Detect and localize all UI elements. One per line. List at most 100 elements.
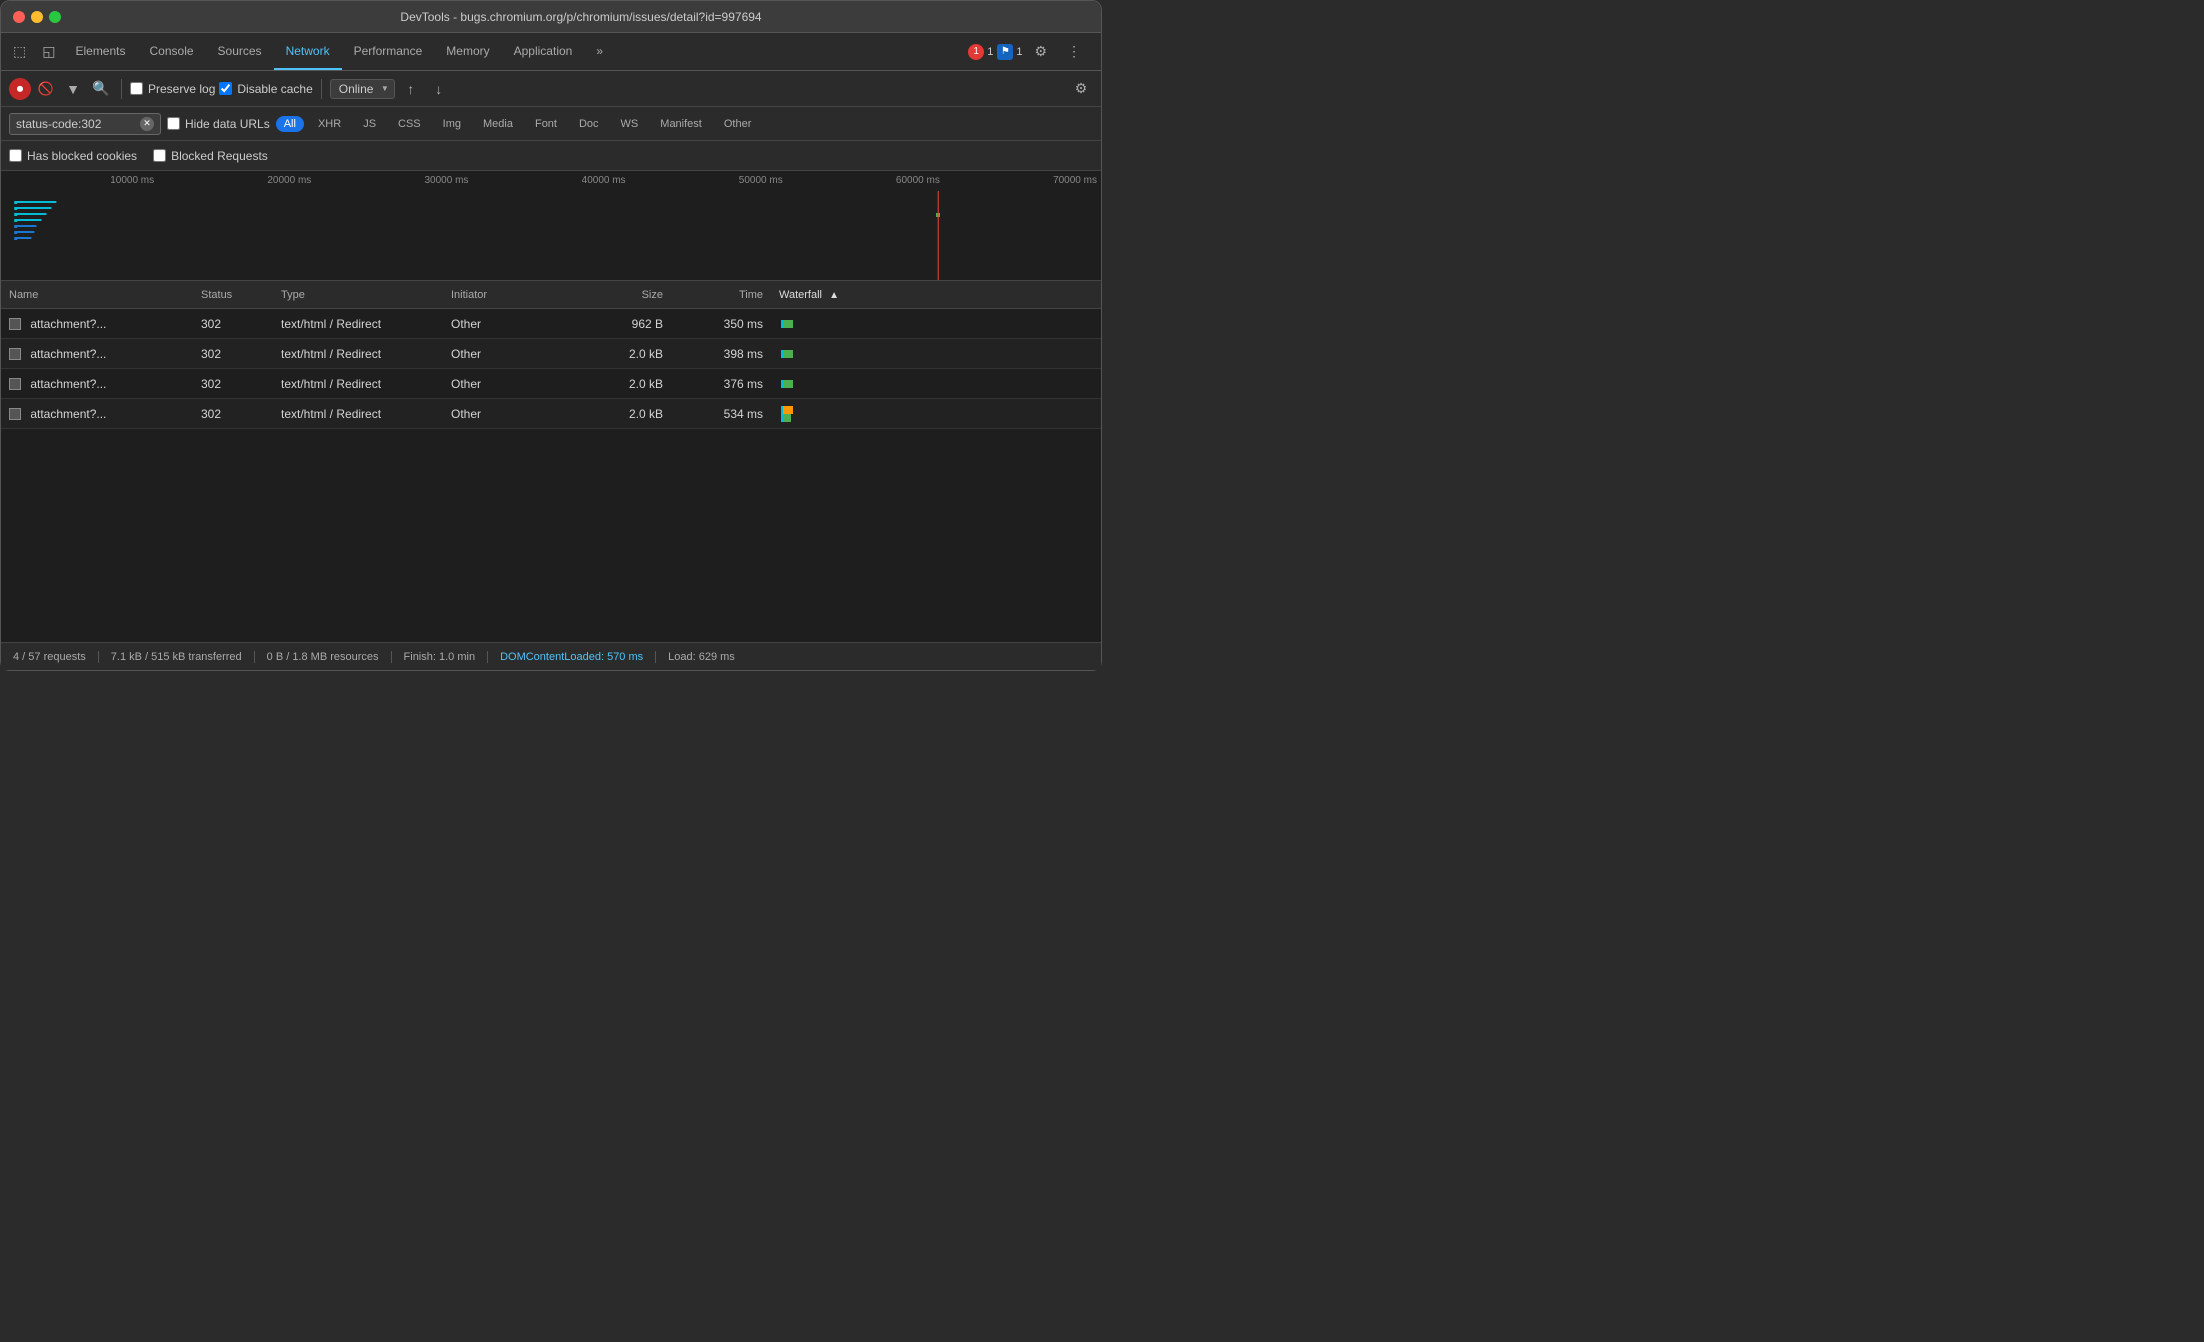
network-settings-icon[interactable]: ⚙	[1069, 77, 1093, 101]
has-blocked-cookies-label[interactable]: Has blocked cookies	[9, 149, 137, 163]
waterfall-timeline: 10000 ms 20000 ms 30000 ms 40000 ms 5000…	[1, 171, 1101, 281]
blocked-requests-checkbox[interactable]	[153, 149, 166, 162]
more-options-icon[interactable]: ⋮	[1059, 43, 1089, 60]
timeline-label-3: 30000 ms	[315, 175, 472, 186]
separator-2	[321, 79, 322, 99]
file-icon-4	[9, 408, 21, 420]
tab-elements[interactable]: Elements	[63, 33, 137, 70]
col-header-type[interactable]: Type	[281, 289, 451, 301]
filter-type-all[interactable]: All	[276, 116, 304, 132]
disable-cache-checkbox[interactable]	[219, 82, 232, 95]
timeline-label-5: 50000 ms	[630, 175, 787, 186]
tab-application[interactable]: Application	[502, 33, 585, 70]
filter-type-media[interactable]: Media	[475, 116, 521, 132]
finish-time: Finish: 1.0 min	[392, 651, 489, 663]
timeline-label-1: 10000 ms	[1, 175, 158, 186]
cell-initiator-1: Other	[451, 317, 571, 331]
file-icon-1	[9, 318, 21, 330]
record-button[interactable]: ⏺	[9, 78, 31, 100]
cell-waterfall-3	[771, 376, 1101, 392]
throttle-select-wrapper: Online	[330, 79, 395, 99]
tab-network[interactable]: Network	[274, 33, 342, 70]
tab-memory[interactable]: Memory	[434, 33, 501, 70]
tab-more[interactable]: »	[584, 33, 615, 70]
stop-button[interactable]: 🚫	[35, 78, 57, 100]
disable-cache-label[interactable]: Disable cache	[219, 82, 312, 96]
tabs-right-actions: 1 1 ⚑ 1 ⚙ ⋮	[960, 33, 1097, 70]
cell-initiator-3: Other	[451, 377, 571, 391]
cell-size-4: 2.0 kB	[571, 407, 671, 421]
minimize-button[interactable]	[31, 11, 43, 23]
hide-data-urls-checkbox[interactable]	[167, 117, 180, 130]
preserve-log-checkbox[interactable]	[130, 82, 143, 95]
cell-waterfall-4	[771, 406, 1101, 422]
separator-1	[121, 79, 122, 99]
col-header-size[interactable]: Size	[571, 289, 671, 301]
throttle-select[interactable]: Online	[330, 79, 395, 99]
status-bar: 4 / 57 requests 7.1 kB / 515 kB transfer…	[1, 642, 1101, 670]
traffic-lights	[13, 11, 61, 23]
requests-count: 4 / 57 requests	[13, 651, 99, 663]
tab-performance[interactable]: Performance	[342, 33, 435, 70]
filter-type-js[interactable]: JS	[355, 116, 384, 132]
download-icon[interactable]: ↓	[427, 77, 451, 101]
filter-type-doc[interactable]: Doc	[571, 116, 607, 132]
table-row[interactable]: attachment?... 302 text/html / Redirect …	[1, 369, 1101, 399]
filter-type-img[interactable]: Img	[435, 116, 469, 132]
filter-type-css[interactable]: CSS	[390, 116, 429, 132]
filter-type-other[interactable]: Other	[716, 116, 760, 132]
network-table[interactable]: attachment?... 302 text/html / Redirect …	[1, 309, 1101, 642]
filter-icon[interactable]: ▼	[61, 77, 85, 101]
hide-data-urls-label[interactable]: Hide data URLs	[167, 117, 270, 131]
blocked-requests-label[interactable]: Blocked Requests	[153, 149, 268, 163]
has-blocked-cookies-checkbox[interactable]	[9, 149, 22, 162]
table-row[interactable]: attachment?... 302 text/html / Redirect …	[1, 339, 1101, 369]
table-row[interactable]: attachment?... 302 text/html / Redirect …	[1, 309, 1101, 339]
cell-name-2: attachment?...	[1, 347, 201, 361]
search-icon[interactable]: 🔍	[89, 77, 113, 101]
col-header-time[interactable]: Time	[671, 289, 771, 301]
tab-console[interactable]: Console	[138, 33, 206, 70]
tab-sources[interactable]: Sources	[206, 33, 274, 70]
col-header-name[interactable]: Name	[1, 289, 201, 301]
col-header-waterfall[interactable]: Waterfall ▲	[771, 289, 1101, 301]
upload-icon[interactable]: ↑	[399, 77, 423, 101]
devtools-tab-bar: ⬚ ◱ Elements Console Sources Network Per…	[1, 33, 1101, 71]
file-icon-3	[9, 378, 21, 390]
cell-status-4: 302	[201, 407, 281, 421]
file-icon-2	[9, 348, 21, 360]
filter-type-manifest[interactable]: Manifest	[652, 116, 710, 132]
timeline-bars-area	[1, 191, 1101, 280]
maximize-button[interactable]	[49, 11, 61, 23]
filter-type-ws[interactable]: WS	[613, 116, 647, 132]
mobile-icon[interactable]: ◱	[34, 33, 63, 70]
load-time: Load: 629 ms	[656, 651, 747, 663]
cell-type-4: text/html / Redirect	[281, 407, 451, 421]
transferred-size: 7.1 kB / 515 kB transferred	[99, 651, 255, 663]
cell-status-3: 302	[201, 377, 281, 391]
filter-row: ✕ Hide data URLs All XHR JS CSS Img Medi…	[1, 107, 1101, 141]
preserve-log-label[interactable]: Preserve log	[130, 82, 215, 96]
filter-type-xhr[interactable]: XHR	[310, 116, 349, 132]
filter-type-font[interactable]: Font	[527, 116, 565, 132]
cell-status-1: 302	[201, 317, 281, 331]
filter-clear-button[interactable]: ✕	[140, 117, 154, 131]
filter-input-wrapper: ✕	[9, 113, 161, 135]
cursor-icon[interactable]: ⬚	[5, 33, 34, 70]
sort-arrow-icon: ▲	[829, 290, 839, 301]
cell-time-1: 350 ms	[671, 317, 771, 331]
timeline-label-7: 70000 ms	[944, 175, 1101, 186]
cell-type-3: text/html / Redirect	[281, 377, 451, 391]
network-toolbar: ⏺ 🚫 ▼ 🔍 Preserve log Disable cache Onlin…	[1, 71, 1101, 107]
close-button[interactable]	[13, 11, 25, 23]
col-header-status[interactable]: Status	[201, 289, 281, 301]
settings-icon[interactable]: ⚙	[1026, 43, 1055, 60]
filter-input[interactable]	[16, 117, 136, 131]
cell-waterfall-1	[771, 316, 1101, 332]
timeline-label-4: 40000 ms	[472, 175, 629, 186]
cell-size-2: 2.0 kB	[571, 347, 671, 361]
cell-type-2: text/html / Redirect	[281, 347, 451, 361]
col-header-initiator[interactable]: Initiator	[451, 289, 571, 301]
table-row[interactable]: attachment?... 302 text/html / Redirect …	[1, 399, 1101, 429]
empty-space	[1, 429, 1101, 642]
